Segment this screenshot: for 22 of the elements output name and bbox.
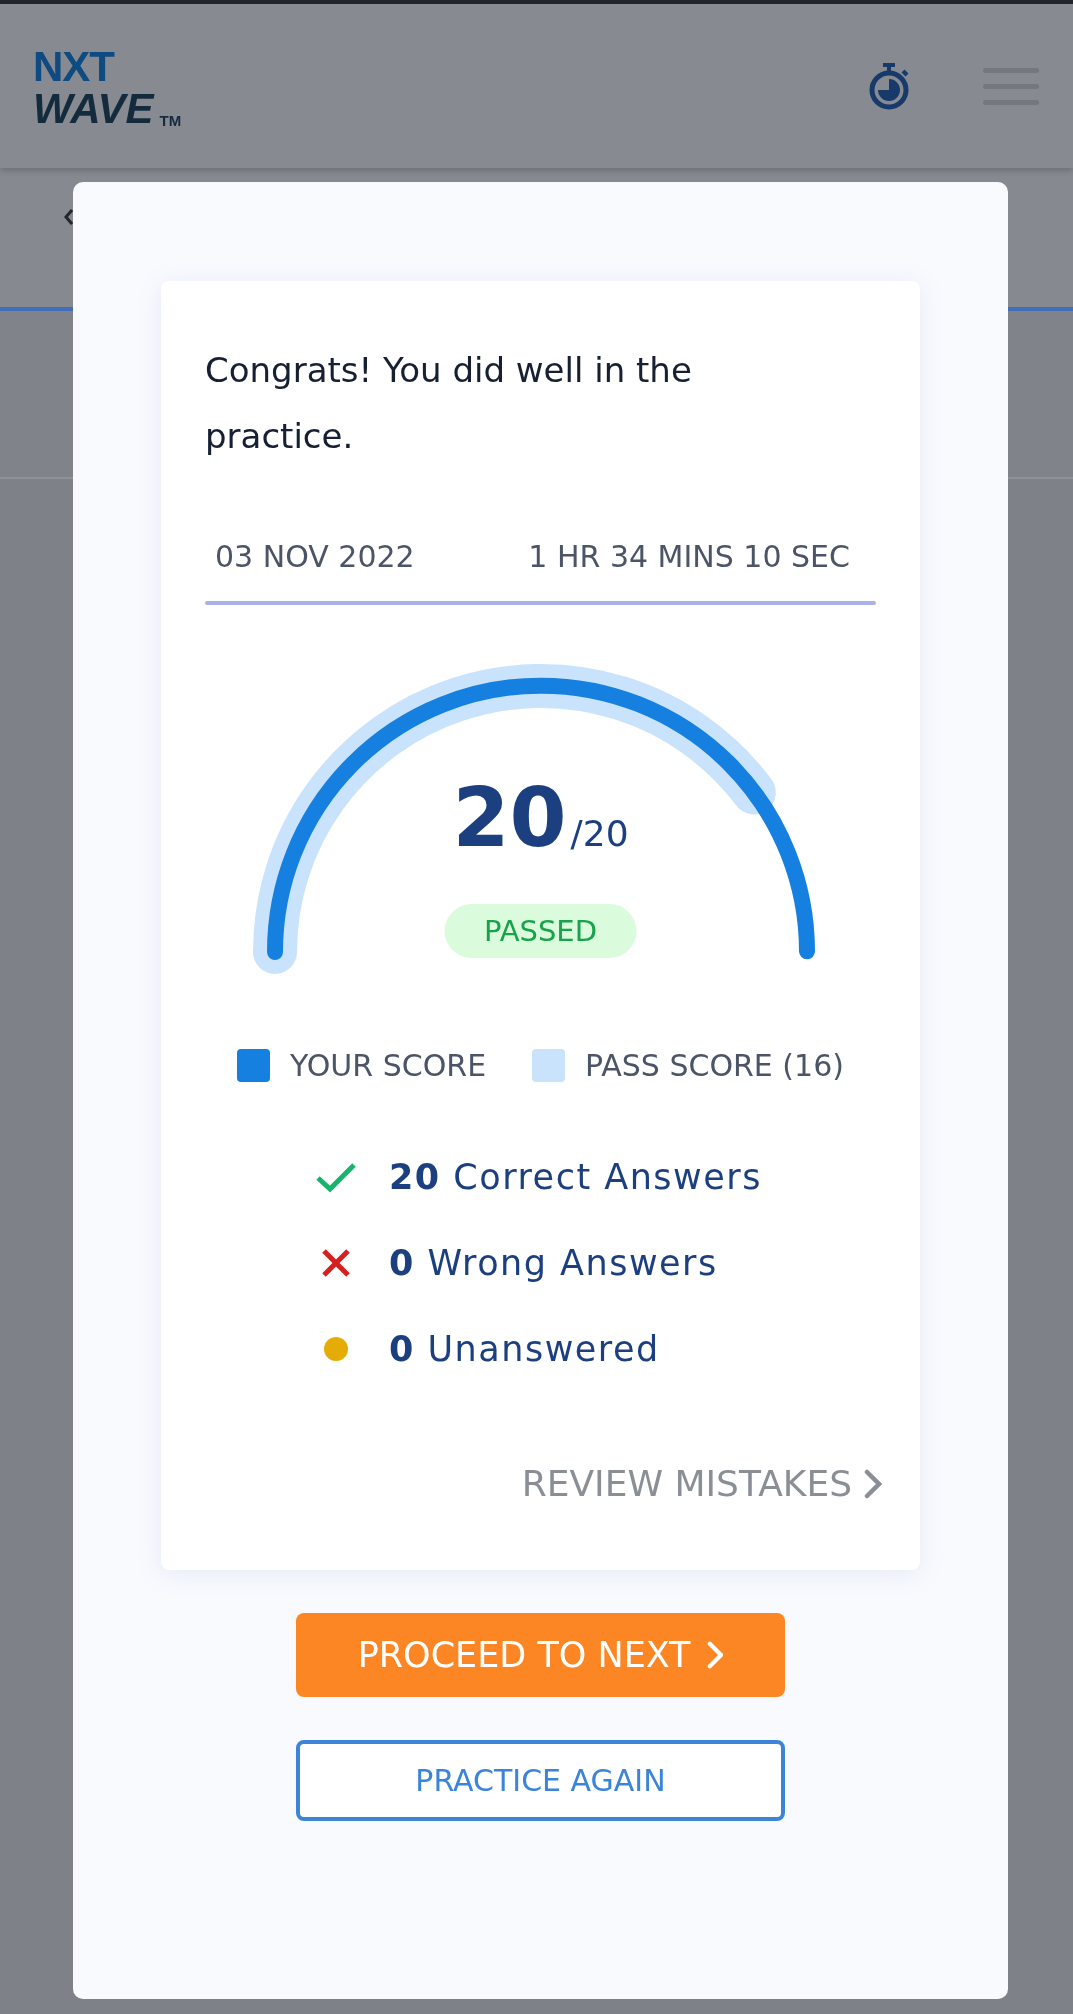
answer-stat: 0 Wrong Answers xyxy=(389,1243,718,1283)
score-value: 20 xyxy=(452,777,567,859)
review-mistakes-link[interactable]: REVIEW MISTAKES xyxy=(521,1463,882,1504)
back-chevron-icon[interactable] xyxy=(64,209,73,225)
answer-stat: 20 Correct Answers xyxy=(389,1157,762,1197)
legend-label: PASS SCORE (16) xyxy=(585,1048,844,1083)
stopwatch-icon[interactable] xyxy=(867,61,911,111)
result-message: Congrats! You did well in the practice. xyxy=(205,349,693,458)
status-badge: PASSED xyxy=(444,904,637,958)
chevron-right-icon xyxy=(706,1641,724,1669)
practice-date: 03 NOV 2022 xyxy=(215,538,415,576)
score-total: /20 xyxy=(570,816,629,852)
chevron-right-icon xyxy=(864,1468,882,1499)
practice-again-button[interactable]: PRACTICE AGAIN xyxy=(296,1740,785,1821)
practice-duration: 1 HR 34 MINS 10 SEC xyxy=(528,538,850,576)
check-icon xyxy=(315,1161,357,1193)
dot-icon xyxy=(324,1337,348,1361)
logo[interactable]: NXT WAVE TM xyxy=(33,46,182,130)
proceed-button[interactable]: PROCEED TO NEXT xyxy=(296,1613,785,1697)
cross-icon xyxy=(321,1248,351,1278)
answer-stat: 0 Unanswered xyxy=(389,1329,660,1369)
legend-label: YOUR SCORE xyxy=(290,1048,487,1083)
